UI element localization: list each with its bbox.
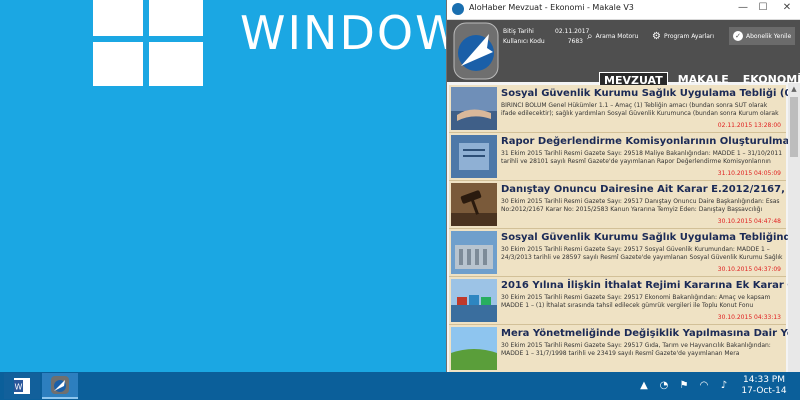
wifi-icon[interactable]: ◠: [698, 378, 710, 392]
item-title: Sosyal Güvenlik Kurumu Sağlık Uygulama T…: [501, 88, 788, 99]
list-item[interactable]: Danıştay Onuncu Dairesine Ait Karar E.20…: [449, 181, 788, 229]
search-engine-label: Arama Motoru: [595, 32, 639, 40]
item-title: 2016 Yılına İlişkin İthalat Rejimi Karar…: [501, 280, 788, 291]
building-thumbnail: [451, 231, 497, 274]
item-summary: 31 Ekim 2015 Tarihli Resmi Gazete Sayı: …: [501, 150, 783, 165]
scroll-thumb[interactable]: [790, 97, 798, 157]
document-thumbnail: [451, 135, 497, 178]
app-window: AloHaber Mevzuat - Ekonomi - Makale V3 —…: [447, 0, 800, 372]
search-engine-button[interactable]: ⌕ Arama Motoru: [587, 27, 638, 45]
maximize-button[interactable]: ☐: [753, 2, 773, 13]
item-date: 31.10.2015 04:05:09: [717, 170, 781, 177]
gear-icon: ⚙: [652, 30, 661, 42]
item-summary: 30 Ekim 2015 Tarihli Resmi Gazete Sayı: …: [501, 294, 771, 309]
system-tray: ▲ ◔ ⚑ ◠ ♪: [638, 378, 730, 392]
program-settings-button[interactable]: ⚙ Program Ayarları: [652, 27, 714, 45]
renew-subscription-label: Abonelik Yenile: [746, 32, 792, 40]
item-date: 30.10.2015 04:47:48: [717, 218, 781, 225]
program-settings-label: Program Ayarları: [663, 32, 715, 40]
renew-subscription-button[interactable]: ✓ Abonelik Yenile: [729, 27, 796, 45]
list-item[interactable]: Mera Yönetmeliğinde Değişiklik Yapılması…: [449, 325, 788, 372]
app-header: Bitiş Tarihi 02.11.2017 Kullanıcı Kodu 7…: [447, 20, 800, 100]
list-item[interactable]: Sosyal Güvenlik Kurumu Sağlık Uygulama T…: [449, 229, 788, 277]
title-bar[interactable]: AloHaber Mevzuat - Ekonomi - Makale V3 —…: [447, 0, 800, 20]
clock-date: 17-Oct-14: [741, 386, 787, 396]
article-list: Sosyal Güvenlik Kurumu Sağlık Uygulama T…: [447, 83, 788, 372]
list-item[interactable]: Rapor Değerlendirme Komisyonlarının Oluş…: [449, 133, 788, 181]
taskbar: W ▲ ◔ ⚑ ◠ ♪ 14:33 PM 17-Oct-14: [0, 372, 800, 400]
alohaber-taskbar-button[interactable]: [42, 373, 78, 399]
item-summary: 30 Ekim 2015 Tarihli Resmi Gazete Sayı: …: [501, 246, 783, 261]
flag-icon[interactable]: ⚑: [678, 378, 690, 392]
network-icon[interactable]: ◔: [658, 378, 670, 392]
handshake-thumbnail: [451, 87, 497, 130]
window-title: AloHaber Mevzuat - Ekonomi - Makale V3: [469, 3, 634, 12]
item-title: Rapor Değerlendirme Komisyonlarının Oluş…: [501, 136, 788, 147]
app-icon: [452, 3, 464, 15]
item-summary: 30 Ekim 2015 Tarihli Resmi Gazete Sayı: …: [501, 342, 771, 357]
close-button[interactable]: ✕: [777, 2, 797, 13]
item-title: Mera Yönetmeliğinde Değişiklik Yapılması…: [501, 328, 788, 339]
item-title: Sosyal Güvenlik Kurumu Sağlık Uygulama T…: [501, 232, 788, 243]
meadow-thumbnail: [451, 327, 497, 370]
user-code-label: Kullanıcı Kodu: [503, 38, 545, 45]
chevron-up-icon[interactable]: ▲: [638, 378, 650, 392]
word-icon: W: [14, 378, 30, 394]
word-taskbar-button[interactable]: W: [4, 373, 40, 399]
search-icon: ⌕: [587, 30, 593, 42]
end-date-label: Bitiş Tarihi: [503, 28, 534, 35]
volume-icon[interactable]: ♪: [718, 378, 730, 392]
alohaber-taskbar-icon: [51, 376, 69, 394]
gavel-thumbnail: [451, 183, 497, 226]
list-item[interactable]: Sosyal Güvenlik Kurumu Sağlık Uygulama T…: [449, 85, 788, 133]
clock-time: 14:33 PM: [743, 375, 785, 385]
check-icon: ✓: [733, 31, 743, 41]
minimize-button[interactable]: —: [733, 2, 753, 13]
subscription-info: Bitiş Tarihi 02.11.2017 Kullanıcı Kodu 7…: [503, 27, 590, 47]
scroll-up-icon[interactable]: ▲: [788, 83, 800, 95]
taskbar-clock[interactable]: 14:33 PM 17-Oct-14: [734, 375, 794, 397]
end-date-value: 02.11.2017: [555, 28, 590, 35]
windows-logo-icon: [93, 0, 203, 92]
list-scrollbar[interactable]: ▲: [788, 83, 800, 372]
word-letter: W: [15, 383, 23, 392]
list-item[interactable]: 2016 Yılına İlişkin İthalat Rejimi Karar…: [449, 277, 788, 325]
item-summary: 30 Ekim 2015 Tarihli Resmi Gazete Sayı: …: [501, 198, 780, 213]
port-thumbnail: [451, 279, 497, 322]
item-date: 02.11.2015 13:28:00: [717, 122, 781, 129]
item-date: 30.10.2015 04:33:13: [717, 314, 781, 321]
item-title: Danıştay Onuncu Dairesine Ait Karar E.20…: [501, 184, 788, 195]
item-date: 30.10.2015 04:37:09: [717, 266, 781, 273]
item-summary: BİRİNCİ BÖLÜM Genel Hükümler 1.1 – Amaç …: [501, 102, 779, 117]
alohaber-logo-icon: [453, 22, 499, 80]
user-code-value: 7683: [567, 38, 583, 45]
